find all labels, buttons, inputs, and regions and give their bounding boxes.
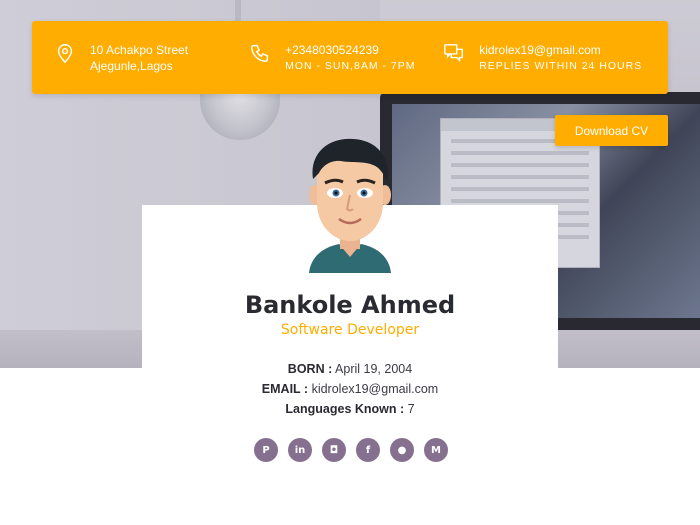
address-line1: 10 Achakpo Street — [90, 42, 189, 57]
chat-icon — [444, 43, 464, 62]
born-value: April 19, 2004 — [335, 362, 413, 376]
email-label: EMAIL : — [261, 382, 309, 396]
contact-address: 10 Achakpo Street Ajegunle,Lagos — [54, 42, 249, 74]
reply-note: REPLIES WITHIN 24 HOURS — [479, 59, 643, 72]
email-row: EMAIL : kidrolex19@gmail.com — [142, 382, 558, 396]
location-pin-icon — [57, 43, 73, 63]
languages-row: Languages Known : 7 — [142, 402, 558, 416]
address-line2: Ajegunle,Lagos — [90, 58, 173, 73]
facebook-icon[interactable]: f — [356, 438, 380, 462]
social-links: P in ◘ f ● M — [254, 438, 448, 462]
contact-phone: +2348030524239 MON - SUN,8AM - 7PM — [249, 42, 443, 74]
pinterest-icon[interactable]: P — [254, 438, 278, 462]
email-value[interactable]: kidrolex19@gmail.com — [312, 382, 439, 396]
instagram-icon[interactable]: ◘ — [322, 438, 346, 462]
medium-icon[interactable]: M — [424, 438, 448, 462]
languages-value: 7 — [407, 402, 415, 416]
github-icon[interactable]: ● — [390, 438, 414, 462]
avatar — [309, 138, 391, 273]
languages-label: Languages Known : — [285, 402, 405, 416]
download-cv-button[interactable]: Download CV — [555, 115, 668, 146]
born-row: BORN : April 19, 2004 — [142, 362, 558, 376]
profile-role: Software Developer — [280, 322, 420, 338]
profile-name: Bankole Ahmed — [244, 291, 456, 319]
phone-number[interactable]: +2348030524239 — [285, 42, 415, 58]
phone-icon — [251, 44, 269, 62]
born-label: BORN : — [287, 362, 333, 376]
linkedin-icon[interactable]: in — [288, 438, 312, 462]
contact-email: kidrolex19@gmail.com REPLIES WITHIN 24 H… — [443, 42, 646, 74]
contact-bar: 10 Achakpo Street Ajegunle,Lagos +234803… — [32, 21, 668, 94]
email-address[interactable]: kidrolex19@gmail.com — [479, 42, 642, 58]
opening-hours: MON - SUN,8AM - 7PM — [285, 59, 416, 72]
